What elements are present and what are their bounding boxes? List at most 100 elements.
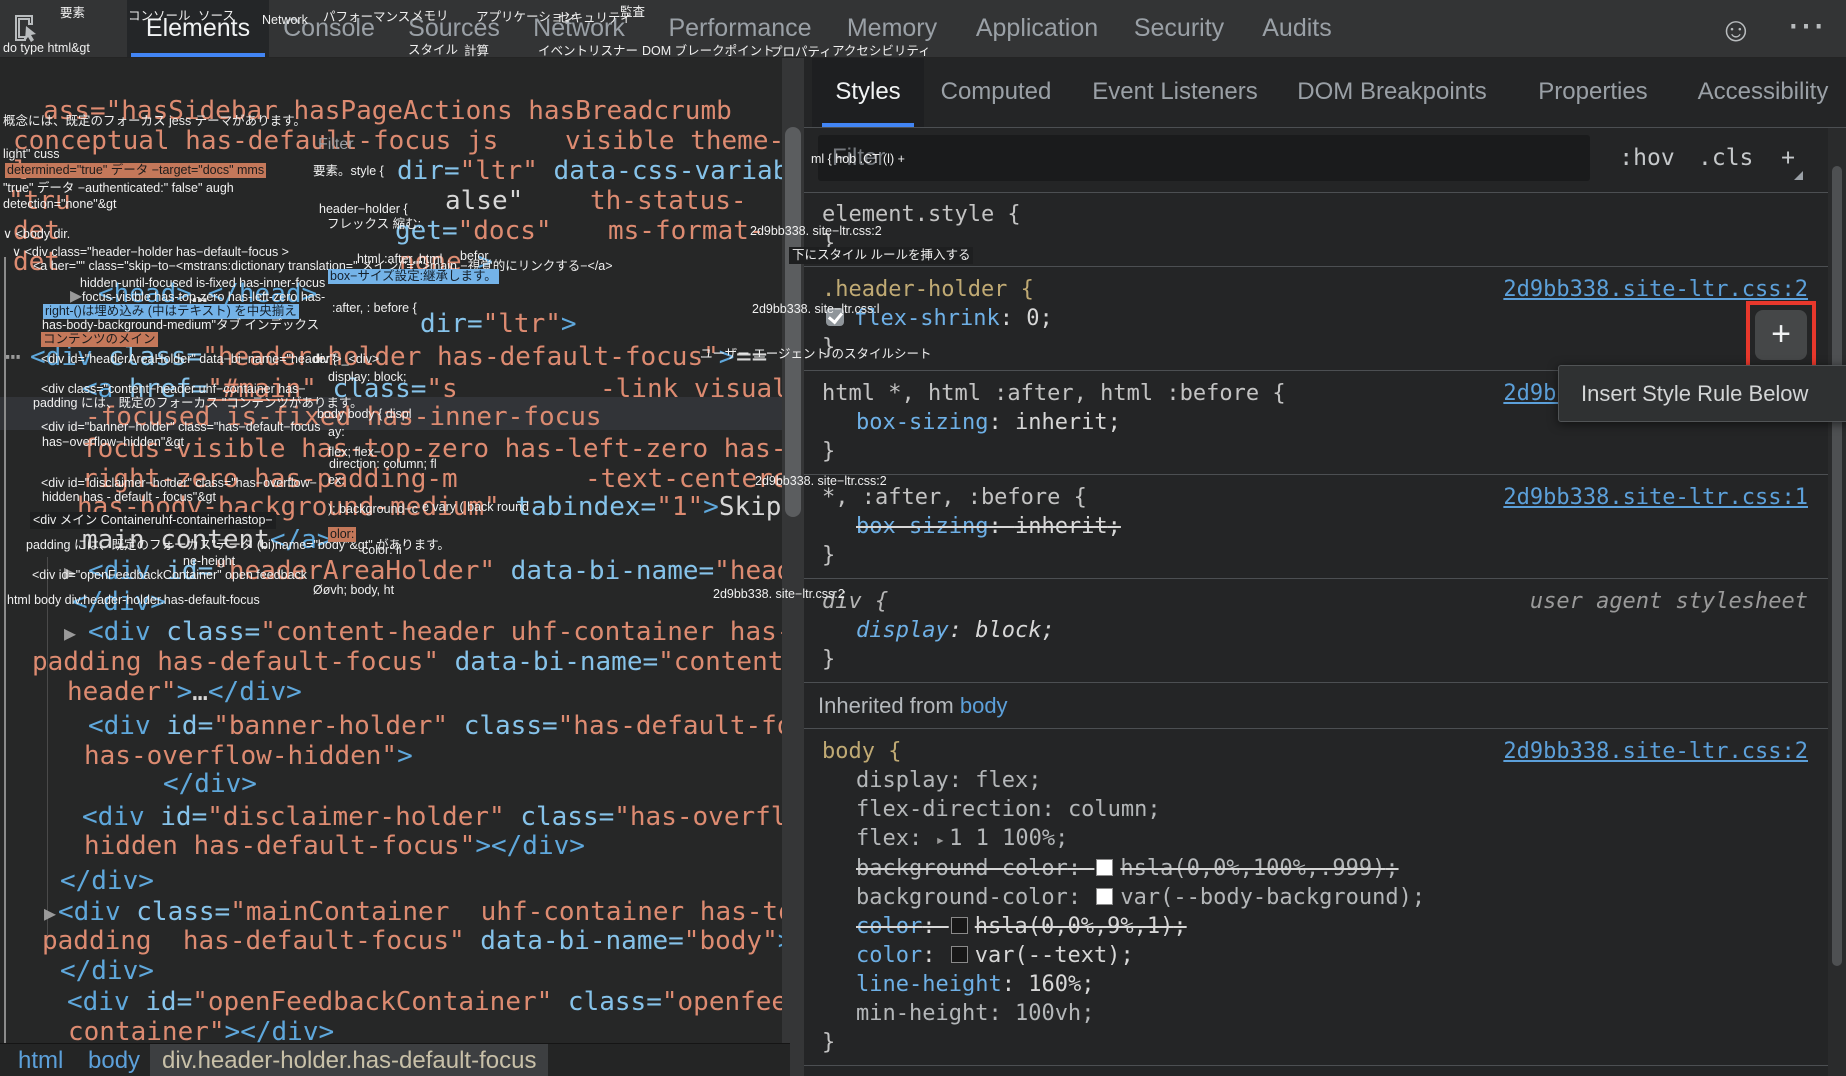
tab-memory[interactable]: Memory [842, 0, 942, 57]
dom-tree-row[interactable]: </div> [0, 587, 790, 617]
inspect-element-icon[interactable] [10, 12, 42, 44]
color-swatch[interactable] [950, 917, 968, 934]
css-declaration[interactable]: flex-shrink: 0; [822, 304, 1828, 333]
dom-tree-row[interactable]: "tru alse" th-status- [0, 186, 790, 216]
styles-pane-scrollbar[interactable] [1828, 128, 1846, 1076]
style-rule: .header-holder { 2d9bb338.site-ltr.css:2 f… [804, 267, 1828, 371]
tab-performance[interactable]: Performance [665, 0, 815, 57]
css-declaration[interactable]: display: block; [822, 616, 1828, 645]
filter-button-cls[interactable]: .cls [1698, 135, 1753, 181]
new-style-rule-button[interactable]: + [1755, 310, 1807, 360]
inherited-from-header: Inherited from body [804, 683, 1828, 729]
styles-filter-input[interactable] [818, 135, 1590, 181]
dom-tree-row[interactable]: dir="ltr"> [0, 309, 790, 339]
dom-tree-row[interactable]: padding has-default-focus" data-bi-name=… [0, 926, 790, 956]
dom-tree-row[interactable]: det get="docs" ms-format- [0, 216, 790, 246]
style-rule: div {user agent stylesheet display: block… [804, 579, 1828, 683]
css-declaration[interactable]: background-color: var(--body-background)… [822, 883, 1828, 912]
dom-tree-row[interactable]: <div id="openFeedbackContainer" class="o… [0, 987, 790, 1017]
rule-selector[interactable]: html *, html :after, html :before { [822, 381, 1286, 406]
tab-dom-breakpoints[interactable]: DOM Breakpoints [1275, 57, 1510, 127]
elements-panel-scrollbar[interactable] [782, 57, 804, 1076]
scrollbar-thumb[interactable] [785, 127, 801, 517]
css-declaration[interactable]: color: var(--text); [822, 941, 1828, 970]
color-swatch[interactable] [950, 946, 968, 963]
dom-tree-row[interactable]: ldir="ltr" data-css-variable-support= [0, 156, 790, 186]
tab-properties[interactable]: Properties [1508, 57, 1678, 127]
css-declaration[interactable]: box-sizing: inherit; [822, 512, 1828, 541]
stylesheet-link[interactable]: 2d9bb338.site-ltr.css:2 [1503, 275, 1808, 304]
css-declaration[interactable]: display: flex; [822, 766, 1828, 795]
dom-tree-row[interactable]: hidden has-default-focus"></div> [0, 831, 790, 861]
stylesheet-link[interactable]: 2d9bb338.site-ltr.css:1 [1503, 483, 1808, 512]
dom-tree-row[interactable]: <div id="banner-holder" class="has-defau… [0, 711, 790, 741]
css-declaration[interactable]: color: hsla(0,0%,9%,1); [822, 912, 1828, 941]
dom-tree-row[interactable]: main content</a> [0, 525, 790, 555]
dom-tree-row[interactable]: has-body-background-medium" tabindex="1"… [0, 492, 790, 522]
tab-elements[interactable]: Elements [127, 0, 269, 57]
filter-button-hov[interactable]: :hov [1617, 135, 1677, 181]
css-declaration[interactable]: min-height: 100vh; [822, 999, 1828, 1028]
dom-tree-row[interactable]: right-zero has-padding-m -text-centered [0, 464, 790, 494]
breadcrumb: html body div.header-holder.has-default-fo… [0, 1043, 790, 1076]
dom-tree-row[interactable]: ▶ <head>…</head> [0, 279, 790, 309]
css-declaration[interactable]: flex: ▸ 1 1 100%; [822, 824, 1828, 854]
dom-tree-row[interactable]: ass="hasSidebar hasPageActions hasBreadc… [0, 96, 790, 126]
sidebar-tabs: Styles Computed Event Listeners DOM Breakpo… [804, 57, 1846, 128]
insert-style-rule-tooltip: Insert Style Rule Below [1558, 365, 1846, 422]
dom-tree-row[interactable]: header">…</div> [0, 677, 790, 707]
tab-console[interactable]: Console [279, 0, 379, 57]
dom-tree-row[interactable]: <div id="disclaimer-holder" class="has-o… [0, 802, 790, 832]
dom-tree-row[interactable]: -focused is-fixed has-inner-focus [0, 402, 790, 432]
tab-computed[interactable]: Computed [924, 57, 1068, 127]
scrollbar-thumb[interactable] [1832, 166, 1842, 966]
dom-tree-row[interactable]: </div> [0, 866, 790, 896]
tab-styles[interactable]: Styles [812, 57, 924, 127]
rule-selector[interactable]: body { [822, 739, 901, 764]
tab-sources[interactable]: Sources [404, 0, 504, 57]
dom-tree-row[interactable]: </div> [0, 769, 790, 799]
dom-tree-row[interactable]: ▶ <div class="content-header uhf-containe… [0, 617, 790, 647]
styles-sidebar-pane: Styles Computed Event Listeners DOM Breakpo… [804, 57, 1846, 1076]
css-declaration[interactable]: flex-direction: column; [822, 795, 1828, 824]
css-declaration[interactable]: background-color: hsla(0,0%,100%,.999); [822, 854, 1828, 883]
breadcrumb-item[interactable]: html [18, 1044, 63, 1076]
tab-application[interactable]: Application [971, 0, 1103, 57]
resize-corner-icon [1794, 171, 1803, 180]
feedback-smiley-icon[interactable]: ☺ [1716, 10, 1756, 50]
inherited-node-link[interactable]: body [960, 693, 1008, 718]
rule-selector[interactable]: div { [822, 589, 888, 614]
tab-audits[interactable]: Audits [1257, 0, 1337, 57]
declaration-checkbox[interactable] [826, 308, 844, 326]
dom-tree-row[interactable]: padding has-default-focus" data-bi-name=… [0, 647, 790, 677]
breadcrumb-item[interactable]: div.header-holder.has-default-focus [150, 1044, 549, 1076]
tab-network[interactable]: Network [533, 0, 625, 57]
elements-tree-panel[interactable]: ass="hasSidebar hasPageActions hasBreadc… [0, 57, 790, 1076]
dom-tree-row[interactable]: ⋯ <div class="header-holder has-default-f… [0, 342, 790, 372]
rule-selector[interactable]: *, :after, :before { [822, 485, 1087, 510]
tab-security[interactable]: Security [1130, 0, 1228, 57]
rule-selector[interactable]: .header-holder { [822, 277, 1034, 302]
style-rule: *, :after, :before { 2d9bb338.site-ltr.cs… [804, 475, 1828, 579]
css-declaration[interactable]: line-height: 160%; [822, 970, 1828, 999]
dom-tree-row[interactable]: ▶ <div id="headerAreaHolder" data-bi-name… [0, 556, 790, 586]
dom-tree-row[interactable]: conceptual has-default-focus js visible t… [0, 126, 790, 156]
more-options-icon[interactable]: ⋯ [1782, 4, 1832, 48]
expand-shorthand-icon[interactable]: ▸ [935, 830, 945, 849]
rule-selector[interactable]: element.style { [822, 202, 1021, 227]
dom-tree-row[interactable]: det none > [0, 247, 790, 277]
dom-tree-row[interactable]: </div> [0, 956, 790, 986]
breadcrumb-item[interactable]: body [88, 1044, 140, 1076]
css-rules-list: element.style {} .header-holder { 2d9bb338… [804, 192, 1828, 1076]
color-swatch[interactable] [1096, 859, 1114, 876]
color-swatch[interactable] [1096, 888, 1114, 905]
style-rule: element.style {} [804, 192, 1828, 267]
tab-accessibility[interactable]: Accessibility [1659, 57, 1846, 127]
tab-event-listeners[interactable]: Event Listeners [1058, 57, 1293, 127]
dom-tree-row[interactable]: ▶ <div class="mainContainer uhf-container… [0, 897, 790, 927]
dom-tree-row[interactable]: has-overflow-hidden"> [0, 741, 790, 771]
dom-tree-row[interactable]: <a href="#main" class="s-link visually- [0, 374, 790, 404]
dom-tree-row[interactable]: focus-visible has-top-zero has-left-zero… [0, 434, 790, 464]
highlight-red-box: + [1746, 301, 1816, 369]
stylesheet-link[interactable]: 2d9bb338.site-ltr.css:2 [1503, 737, 1808, 766]
